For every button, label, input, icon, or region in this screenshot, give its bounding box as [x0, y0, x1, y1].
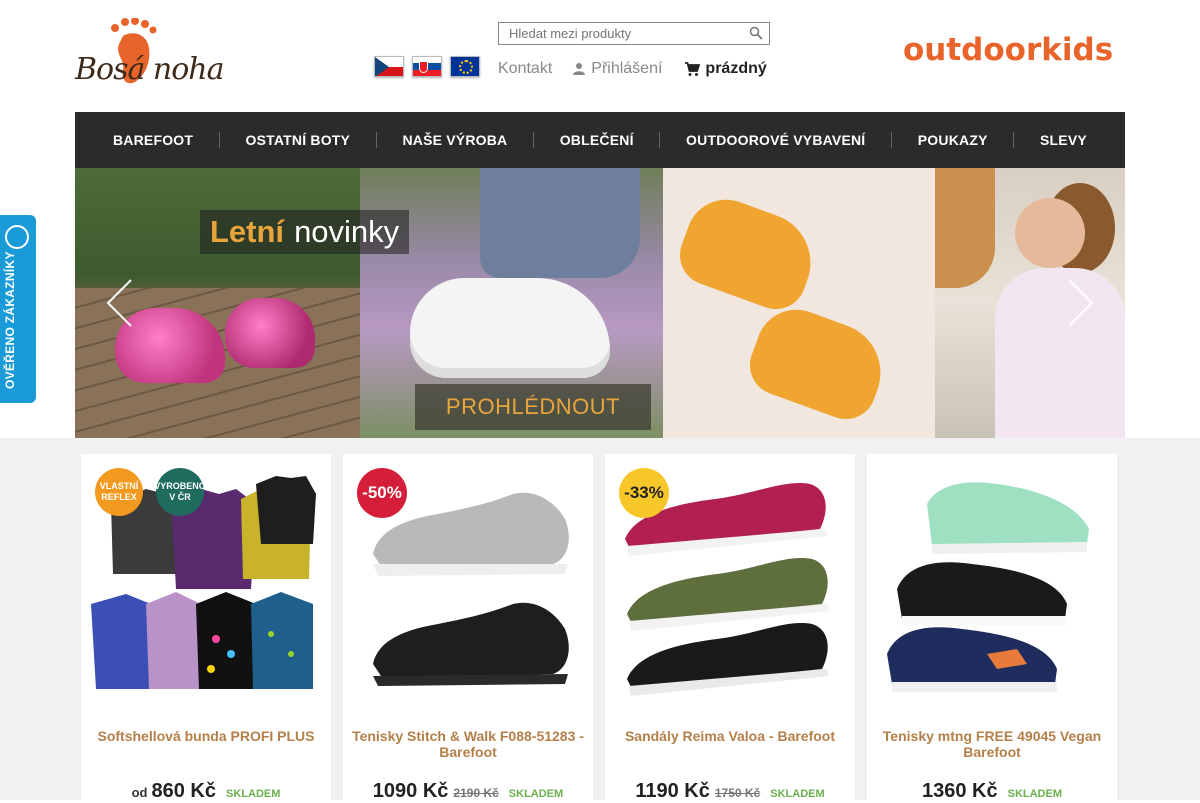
- slider-next-arrow-icon[interactable]: [1065, 278, 1095, 328]
- product-grid: VLASTNÍ REFLEX VYROBENO V ČR Softshellov…: [81, 454, 1117, 802]
- banner-title: Letní novinky: [200, 210, 410, 254]
- banner-title-text: novinky: [294, 214, 400, 249]
- slider-prev-arrow-icon[interactable]: [105, 278, 135, 328]
- nav-separator: [659, 132, 661, 148]
- bosa-noha-logo[interactable]: Bosá noha: [75, 17, 237, 90]
- top-links: Kontakt Přihlášení prázdný: [498, 60, 767, 78]
- product-name[interactable]: Softshellová bunda PROFI PLUS: [89, 728, 323, 744]
- nav-separator: [533, 132, 535, 148]
- price-prefix: od: [131, 785, 148, 800]
- main-navigation: BAREFOOT OSTATNÍ BOTY NAŠE VÝROBA OBLEČE…: [75, 112, 1125, 168]
- product-name[interactable]: Tenisky Stitch & Walk F088-51283 - Baref…: [351, 728, 585, 760]
- discount-badge: -33%: [619, 468, 669, 518]
- product-image-mtng-sneakers[interactable]: [877, 464, 1107, 704]
- hero-slider[interactable]: Letní novinky PROHLÉDNOUT: [75, 168, 1125, 438]
- made-in-cz-badge: VYROBENO V ČR: [154, 468, 206, 516]
- logo-text: Bosá noha: [75, 52, 225, 87]
- product-card[interactable]: -33% Sandály Reima Valoa - Barefoot 1190…: [605, 454, 855, 802]
- site-header: Bosá noha Kontakt Přihlášení: [0, 0, 1200, 112]
- nav-separator: [218, 132, 220, 148]
- product-card[interactable]: Tenisky mtng FREE 49045 Vegan Barefoot 1…: [867, 454, 1117, 802]
- nav-item-outdoorove-vybaveni[interactable]: OUTDOOROVÉ VYBAVENÍ: [686, 132, 865, 148]
- stock-status: SKLADEM: [770, 788, 825, 800]
- search-box[interactable]: [498, 22, 770, 45]
- login-link[interactable]: Přihlášení: [572, 60, 662, 78]
- outdoorkids-logo[interactable]: outdoorkids: [903, 32, 1113, 68]
- slovak-flag-icon[interactable]: [412, 56, 442, 77]
- verified-badge-text: OVĚŘENO ZÁKAZNÍKY: [3, 251, 17, 389]
- nav-item-ostatni-boty[interactable]: OSTATNÍ BOTY: [246, 132, 351, 148]
- nav-item-poukazy[interactable]: POUKAZY: [918, 132, 988, 148]
- cart-link[interactable]: prázdný: [684, 60, 767, 78]
- nav-item-barefoot[interactable]: BAREFOOT: [113, 132, 193, 148]
- stock-status: SKLADEM: [226, 788, 281, 800]
- nav-separator: [375, 132, 377, 148]
- eu-flag-icon[interactable]: [450, 56, 480, 77]
- nav-item-nase-vyroba[interactable]: NAŠE VÝROBA: [402, 132, 507, 148]
- product-card[interactable]: -50% Tenisky Stitch & Walk F088-51283 - …: [343, 454, 593, 802]
- old-price: 1750 Kč: [714, 786, 761, 800]
- product-name[interactable]: Sandály Reima Valoa - Barefoot: [613, 728, 847, 744]
- login-label: Přihlášení: [591, 60, 663, 77]
- old-price: 2190 Kč: [453, 786, 499, 800]
- product-card[interactable]: VLASTNÍ REFLEX VYROBENO V ČR Softshellov…: [81, 454, 331, 802]
- stock-status: SKLADEM: [1007, 788, 1062, 800]
- own-reflex-badge: VLASTNÍ REFLEX: [95, 468, 143, 516]
- search-icon[interactable]: [749, 26, 763, 40]
- stock-status: SKLADEM: [508, 788, 564, 800]
- language-flags: [374, 56, 480, 77]
- verified-by-customers-badge[interactable]: OVĚŘENO ZÁKAZNÍKY: [0, 215, 36, 403]
- heureka-seal-icon: [5, 225, 29, 249]
- cart-label: prázdný: [705, 60, 767, 77]
- search-input[interactable]: [499, 23, 739, 44]
- czech-flag-icon[interactable]: [374, 56, 404, 77]
- nav-separator: [1013, 132, 1015, 148]
- cart-icon: [685, 62, 701, 76]
- nav-separator: [891, 132, 893, 148]
- banner-title-highlight: Letní: [210, 214, 285, 249]
- banner-cta-button[interactable]: PROHLÉDNOUT: [415, 384, 651, 430]
- discount-badge: -50%: [357, 468, 407, 518]
- nav-item-slevy[interactable]: SLEVY: [1040, 132, 1087, 148]
- product-name[interactable]: Tenisky mtng FREE 49045 Vegan Barefoot: [875, 728, 1109, 760]
- nav-item-obleceni[interactable]: OBLEČENÍ: [560, 132, 634, 148]
- user-icon: [573, 63, 586, 75]
- slide-photo-mother-daughter: [935, 168, 1125, 438]
- kontakt-link[interactable]: Kontakt: [498, 60, 552, 78]
- slide-photo-orange-sandals: [663, 168, 935, 438]
